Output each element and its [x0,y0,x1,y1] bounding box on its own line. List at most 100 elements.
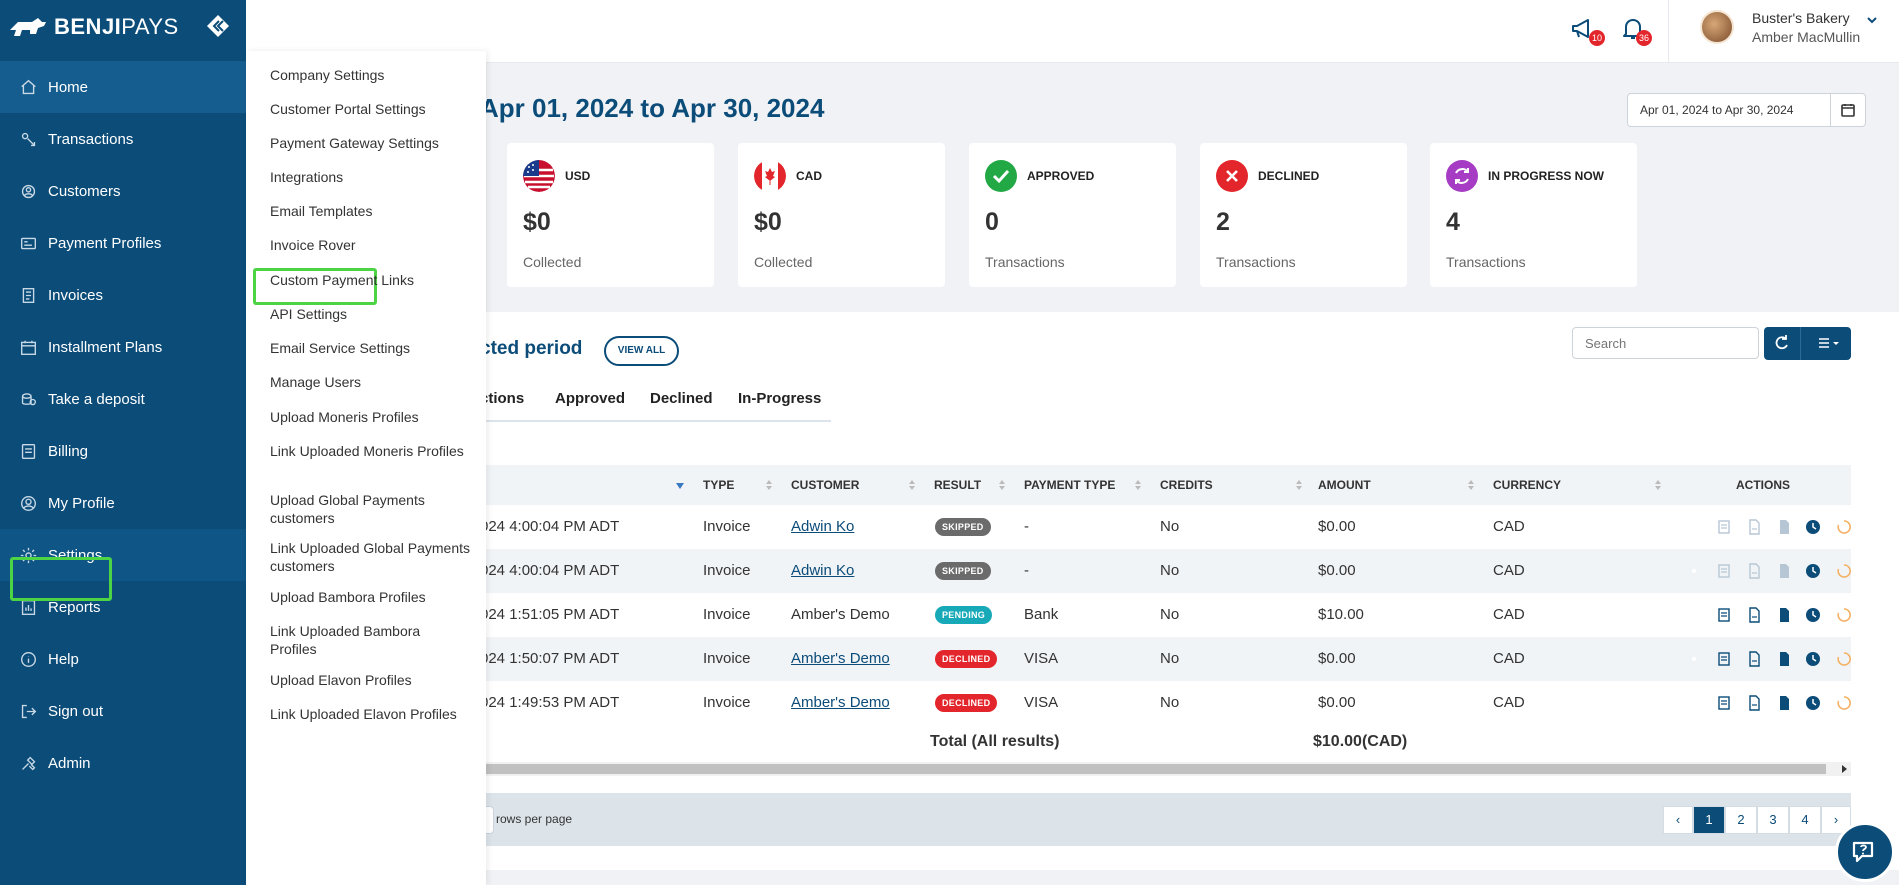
settings-menu-link-uploaded-bambora-profiles[interactable]: Link Uploaded Bambora Profiles [270,622,470,658]
settings-menu-upload-bambora-profiles[interactable]: Upload Bambora Profiles [270,588,470,606]
settings-menu-email-service-settings[interactable]: Email Service Settings [270,339,470,357]
sort-icon[interactable] [1654,479,1662,491]
column-customer[interactable]: CUSTOMER [791,478,859,492]
settings-menu-invoice-rover[interactable]: Invoice Rover [270,236,470,254]
settings-menu-link-uploaded-global-payments-customers[interactable]: Link Uploaded Global Payments customers [270,539,470,575]
summary-card-approved[interactable]: APPROVED 0 Transactions [969,143,1176,287]
pagination-page[interactable]: 4 [1789,806,1821,834]
settings-menu-email-templates[interactable]: Email Templates [270,202,470,220]
summary-card-declined[interactable]: DECLINED 2 Transactions [1200,143,1407,287]
receipt-icon[interactable] [1716,563,1732,579]
file-icon[interactable] [1746,651,1762,667]
pagination-page[interactable]: 2 [1725,806,1757,834]
settings-menu-customer-portal-settings[interactable]: Customer Portal Settings [270,100,470,118]
chat-button[interactable] [1835,822,1895,882]
date-range-input[interactable]: Apr 01, 2024 to Apr 30, 2024 [1627,93,1831,127]
settings-menu-upload-moneris-profiles[interactable]: Upload Moneris Profiles [270,408,470,426]
sort-icon[interactable] [1295,479,1303,491]
pdf-icon[interactable] [1776,607,1792,623]
sort-icon[interactable] [1467,479,1475,491]
tab-in-progress[interactable]: In-Progress [738,390,821,407]
column-amount[interactable]: AMOUNT [1318,478,1371,492]
cell-customer[interactable]: Amber's Demo [791,694,890,711]
eye-icon[interactable] [1686,607,1702,623]
settings-menu-api-settings[interactable]: API Settings [270,305,470,323]
receipt-icon[interactable] [1716,695,1732,711]
clock-icon[interactable] [1805,607,1821,623]
clock-icon[interactable] [1805,695,1821,711]
receipt-icon[interactable] [1716,519,1732,535]
collapse-sidebar-icon[interactable] [206,14,230,38]
summary-card-cad[interactable]: CAD $0 Collected [738,143,945,287]
spinner-icon[interactable] [1836,519,1852,535]
eye-icon[interactable] [1686,651,1702,667]
search-input[interactable] [1572,327,1759,359]
file-icon[interactable] [1746,607,1762,623]
settings-menu-custom-payment-links[interactable]: Custom Payment Links [270,271,470,289]
receipt-icon[interactable] [1716,607,1732,623]
sort-icon[interactable] [765,479,773,491]
settings-menu-integrations[interactable]: Integrations [270,168,470,186]
settings-menu-company-settings[interactable]: Company Settings [270,66,470,84]
sidebar-item-help[interactable]: Help [0,633,246,685]
cell-customer[interactable]: Amber's Demo [791,650,890,667]
pagination-page[interactable]: 3 [1757,806,1789,834]
avatar[interactable] [1700,10,1734,44]
file-icon[interactable] [1746,563,1762,579]
receipt-icon[interactable] [1716,651,1732,667]
pdf-icon[interactable] [1776,695,1792,711]
sidebar-item-installment-plans[interactable]: Installment Plans [0,321,246,373]
sort-icon[interactable] [1134,479,1142,491]
tab-transactions[interactable]: ctions [480,390,524,407]
calendar-button[interactable] [1830,93,1866,127]
pdf-icon[interactable] [1776,651,1792,667]
pagination-page[interactable]: 1 [1693,806,1725,834]
sidebar-item-take-a-deposit[interactable]: Take a deposit [0,373,246,425]
sort-desc-icon[interactable] [676,479,684,491]
eye-icon[interactable] [1686,695,1702,711]
horizontal-scrollbar[interactable] [480,762,1851,776]
settings-menu-link-uploaded-moneris-profiles[interactable]: Link Uploaded Moneris Profiles [270,442,470,460]
column-payment-type[interactable]: PAYMENT TYPE [1024,478,1115,492]
cell-customer[interactable]: Adwin Ko [791,562,854,579]
clock-icon[interactable] [1805,563,1821,579]
view-all-button[interactable]: VIEW ALL [604,336,679,366]
file-icon[interactable] [1746,519,1762,535]
chevron-down-icon[interactable] [1866,14,1878,26]
sort-icon[interactable] [908,479,916,491]
column-type[interactable]: TYPE [703,478,734,492]
sidebar-item-customers[interactable]: Customers [0,165,246,217]
scrollbar-thumb[interactable] [480,764,1826,774]
table-row[interactable]: 024 4:00:04 PM ADT Invoice Adwin Ko SKIPPED… [480,505,1851,549]
clock-icon[interactable] [1805,519,1821,535]
pagination-prev[interactable]: ‹ [1663,806,1693,834]
table-row[interactable]: 024 4:00:04 PM ADT Invoice Adwin Ko SKIPPED… [480,549,1851,593]
table-row[interactable]: 024 1:49:53 PM ADT Invoice Amber's Demo DEC… [480,681,1851,725]
eye-icon[interactable] [1686,563,1702,579]
settings-menu-manage-users[interactable]: Manage Users [270,373,470,391]
sidebar-item-transactions[interactable]: Transactions [0,113,246,165]
pdf-icon[interactable] [1776,519,1792,535]
company-name[interactable]: Buster's Bakery [1752,10,1850,26]
sort-icon[interactable] [998,479,1006,491]
table-row[interactable]: 024 1:51:05 PM ADT Invoice Amber's Demo PEN… [480,593,1851,637]
settings-menu-upload-global-payments-customers[interactable]: Upload Global Payments customers [270,491,470,527]
sidebar-item-admin[interactable]: Admin [0,737,246,789]
columns-menu-button[interactable] [1800,327,1851,360]
sidebar-item-my-profile[interactable]: My Profile [0,477,246,529]
settings-menu-upload-elavon-profiles[interactable]: Upload Elavon Profiles [270,671,470,689]
sidebar-item-billing[interactable]: Billing [0,425,246,477]
file-icon[interactable] [1746,695,1762,711]
clock-icon[interactable] [1805,651,1821,667]
pdf-icon[interactable] [1776,563,1792,579]
spinner-icon[interactable] [1836,695,1852,711]
settings-menu-link-uploaded-elavon-profiles[interactable]: Link Uploaded Elavon Profiles [270,705,470,723]
scroll-right-arrow[interactable] [1842,765,1847,773]
summary-card-usd[interactable]: USD $0 Collected [507,143,714,287]
spinner-icon[interactable] [1836,651,1852,667]
spinner-icon[interactable] [1836,563,1852,579]
brand-logo[interactable]: BENJIPAYS [0,0,246,54]
settings-menu-payment-gateway-settings[interactable]: Payment Gateway Settings [270,134,470,152]
user-name[interactable]: Amber MacMullin [1752,29,1860,45]
tab-approved[interactable]: Approved [555,390,625,407]
